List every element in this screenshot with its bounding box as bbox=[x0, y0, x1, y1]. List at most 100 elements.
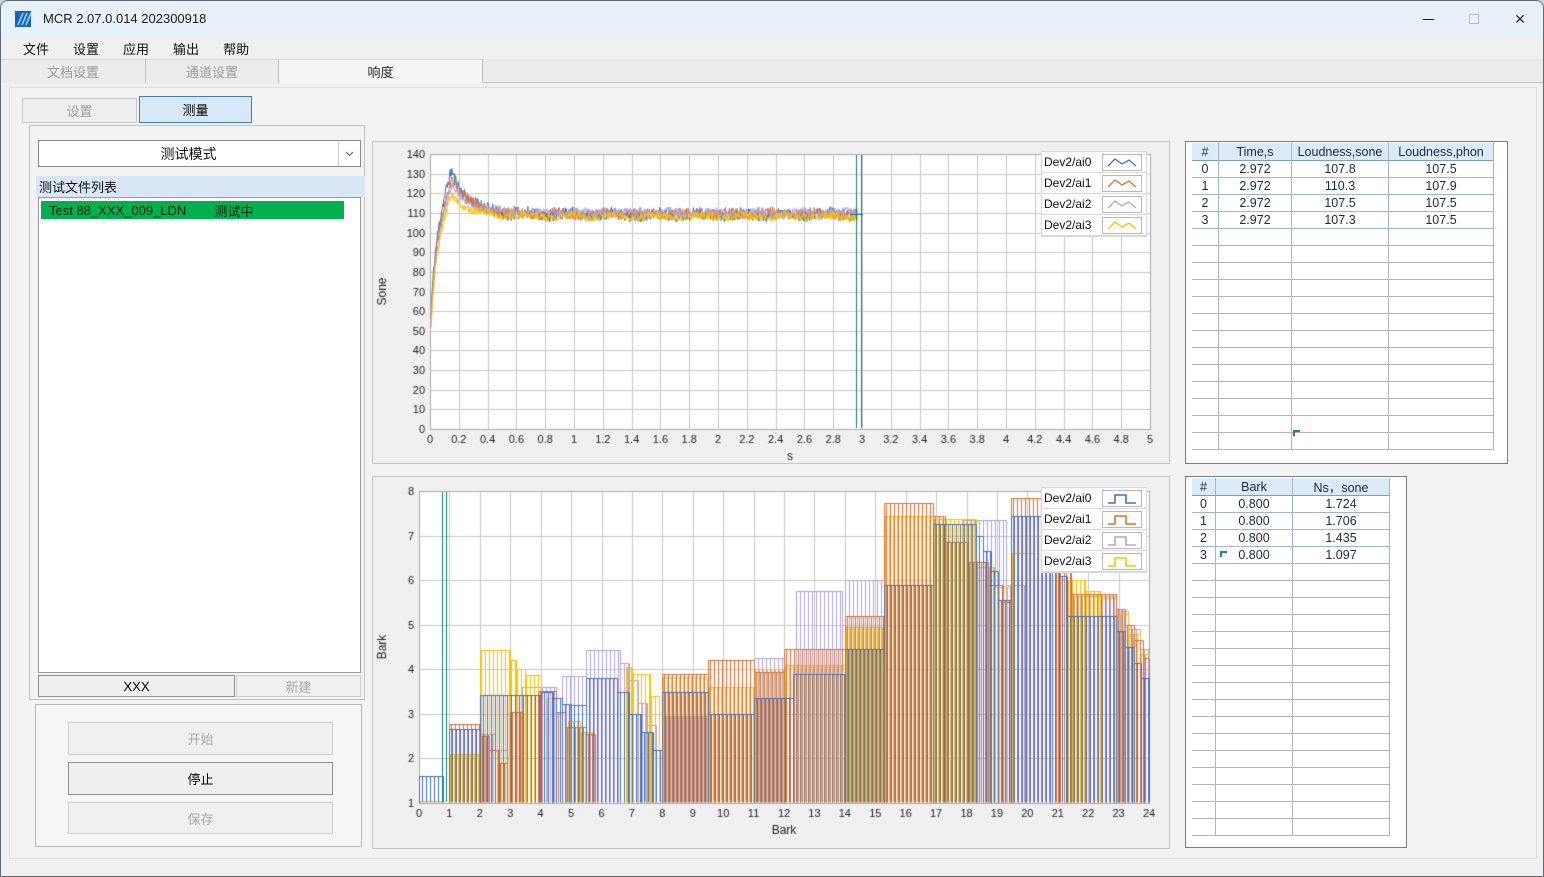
table-cell: 0.800 bbox=[1216, 513, 1293, 530]
subtab-measure[interactable]: 测量 bbox=[139, 96, 252, 123]
bark-chart-legend: Dev2/ai0 Dev2/ai1 Dev2/ai2 Dev2/ai3 bbox=[1041, 487, 1147, 573]
table-cell bbox=[1389, 331, 1494, 348]
table-cell bbox=[1389, 433, 1494, 450]
table-cell bbox=[1192, 598, 1216, 615]
table-cell bbox=[1192, 564, 1216, 581]
line-sample-icon bbox=[1102, 174, 1142, 192]
close-icon: ✕ bbox=[1514, 10, 1526, 27]
close-button[interactable]: ✕ bbox=[1497, 1, 1543, 37]
table-cell: 0 bbox=[1192, 161, 1219, 178]
legend-item[interactable]: Dev2/ai0 bbox=[1042, 152, 1146, 173]
legend-item[interactable]: Dev2/ai2 bbox=[1042, 194, 1146, 215]
table-cell bbox=[1389, 348, 1494, 365]
legend-item[interactable]: Dev2/ai0 bbox=[1042, 488, 1146, 509]
minimize-icon bbox=[1422, 18, 1434, 20]
table-cell: 2 bbox=[1192, 530, 1216, 547]
test-file-name: Test 88_XXX_009_LDN bbox=[49, 202, 187, 218]
table-cell bbox=[1216, 615, 1293, 632]
table-cell bbox=[1219, 348, 1292, 365]
table-cell: 107.5 bbox=[1292, 195, 1389, 212]
test-mode-value: 测试模式 bbox=[160, 145, 217, 162]
table-cell bbox=[1293, 785, 1390, 802]
table-cell bbox=[1192, 314, 1219, 331]
legend-item[interactable]: Dev2/ai2 bbox=[1042, 530, 1146, 551]
table-cell bbox=[1216, 581, 1293, 598]
table-cell bbox=[1293, 598, 1390, 615]
table-cell bbox=[1219, 280, 1292, 297]
table-cell bbox=[1192, 416, 1219, 433]
table-cell: 0 bbox=[1192, 496, 1216, 513]
loudness-table-panel: # Time,s Loudness,sone Loudness,phon 0 2.972 1… bbox=[1185, 141, 1508, 464]
table-cell bbox=[1292, 314, 1389, 331]
control-panel: 开始 停止 保存 bbox=[35, 704, 362, 847]
table-cell: 1.435 bbox=[1293, 530, 1390, 547]
table-cell: 3 bbox=[1192, 212, 1219, 229]
loudness-time-chart-panel: Dev2/ai0 Dev2/ai1 Dev2/ai2 Dev2/ai3 bbox=[372, 141, 1170, 464]
table-cell: 3 bbox=[1192, 547, 1216, 564]
table-cell bbox=[1292, 297, 1389, 314]
table-cell: 107.5 bbox=[1389, 212, 1494, 229]
table-header-cell: Bark bbox=[1216, 478, 1293, 496]
table-cell: 107.9 bbox=[1389, 178, 1494, 195]
xxx-button[interactable]: XXX bbox=[38, 675, 235, 697]
table-cell bbox=[1192, 280, 1219, 297]
menu-item-output[interactable]: 输出 bbox=[161, 37, 211, 60]
table-cell bbox=[1192, 399, 1219, 416]
table-cell bbox=[1219, 416, 1292, 433]
list-item-test-file[interactable]: Test 88_XXX_009_LDN 测试中 bbox=[41, 201, 344, 219]
table-cell bbox=[1389, 229, 1494, 246]
table-cell bbox=[1216, 751, 1293, 768]
menu-item-apply[interactable]: 应用 bbox=[111, 37, 161, 60]
test-mode-select[interactable]: 测试模式 bbox=[38, 140, 361, 167]
table-cell bbox=[1292, 246, 1389, 263]
table-cell bbox=[1293, 632, 1390, 649]
table-cell bbox=[1292, 399, 1389, 416]
table-cell bbox=[1192, 734, 1216, 751]
table-cell bbox=[1192, 263, 1219, 280]
table-cell bbox=[1192, 785, 1216, 802]
menu-item-settings[interactable]: 设置 bbox=[61, 37, 111, 60]
table-cell bbox=[1219, 297, 1292, 314]
table-cell bbox=[1216, 666, 1293, 683]
bark-table[interactable]: # Bark Ns，sone 0 0.800 1.724 1 0.800 1.706 2 0.800… bbox=[1192, 478, 1390, 836]
table-cell bbox=[1292, 433, 1389, 450]
stop-button[interactable]: 停止 bbox=[68, 762, 333, 795]
start-button[interactable]: 开始 bbox=[68, 722, 333, 755]
table-cell bbox=[1292, 416, 1389, 433]
content-area: 设置 测量 测试模式 测试文件列表 Test 88_XXX_009_LDN 测试… bbox=[9, 87, 1537, 859]
tab-loudness[interactable]: 响度 bbox=[279, 59, 483, 83]
table-cell bbox=[1389, 416, 1494, 433]
table-cell bbox=[1292, 280, 1389, 297]
new-button[interactable]: 新建 bbox=[236, 675, 361, 697]
test-file-panel: 测试模式 测试文件列表 Test 88_XXX_009_LDN 测试中 XXX … bbox=[29, 125, 365, 700]
table-cell bbox=[1293, 700, 1390, 717]
loudness-table[interactable]: # Time,s Loudness,sone Loudness,phon 0 2.972 1… bbox=[1192, 143, 1494, 450]
file-list[interactable]: Test 88_XXX_009_LDN 测试中 bbox=[38, 197, 361, 673]
table-cell: 107.8 bbox=[1292, 161, 1389, 178]
legend-item[interactable]: Dev2/ai1 bbox=[1042, 509, 1146, 530]
table-cell bbox=[1293, 683, 1390, 700]
legend-item[interactable]: Dev2/ai3 bbox=[1042, 551, 1146, 572]
tab-document-settings[interactable]: 文档设置 bbox=[1, 59, 146, 83]
tab-channel-settings[interactable]: 通道设置 bbox=[146, 59, 279, 83]
table-cell bbox=[1389, 263, 1494, 280]
maximize-button[interactable] bbox=[1451, 1, 1497, 37]
save-button[interactable]: 保存 bbox=[68, 802, 333, 834]
legend-item[interactable]: Dev2/ai3 bbox=[1042, 215, 1146, 236]
table-cell bbox=[1293, 581, 1390, 598]
menu-item-file[interactable]: 文件 bbox=[11, 37, 61, 60]
minimize-button[interactable] bbox=[1405, 1, 1451, 37]
legend-item[interactable]: Dev2/ai1 bbox=[1042, 173, 1146, 194]
table-cell bbox=[1192, 717, 1216, 734]
table-cell bbox=[1293, 564, 1390, 581]
table-cell bbox=[1389, 382, 1494, 399]
table-cell bbox=[1216, 700, 1293, 717]
bark-spectrum-chart-panel: Dev2/ai0 Dev2/ai1 Dev2/ai2 Dev2/ai3 bbox=[372, 476, 1170, 849]
table-cell bbox=[1192, 666, 1216, 683]
subtab-settings[interactable]: 设置 bbox=[22, 98, 137, 123]
legend-label: Dev2/ai0 bbox=[1044, 491, 1092, 505]
table-cell bbox=[1293, 666, 1390, 683]
table-cell bbox=[1292, 365, 1389, 382]
menu-item-help[interactable]: 帮助 bbox=[211, 37, 261, 60]
file-list-header: 测试文件列表 bbox=[36, 176, 365, 197]
